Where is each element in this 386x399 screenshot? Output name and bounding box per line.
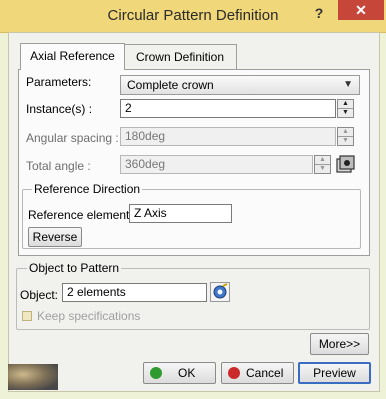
parameters-value: Complete crown bbox=[127, 78, 214, 92]
parameters-label: Parameters: bbox=[26, 75, 92, 89]
ok-label: OK bbox=[178, 366, 196, 380]
cancel-label: Cancel bbox=[246, 366, 284, 380]
total-angle-label: Total angle : bbox=[26, 159, 91, 173]
object-input[interactable]: 2 elements bbox=[62, 283, 207, 302]
instances-input[interactable]: 2 bbox=[120, 99, 336, 118]
angular-spacing-spinner: ▲ ▼ bbox=[337, 127, 354, 146]
ok-icon bbox=[150, 367, 162, 379]
cancel-icon bbox=[228, 367, 240, 379]
spin-down-icon[interactable]: ▼ bbox=[338, 109, 353, 117]
instances-spinner[interactable]: ▲ ▼ bbox=[337, 99, 354, 118]
reference-element-input[interactable]: Z Axis bbox=[129, 204, 232, 223]
parameters-select[interactable]: Complete crown ▼ bbox=[120, 75, 360, 95]
keep-specifications-label: Keep specifications bbox=[37, 309, 141, 323]
reference-direction-title: Reference Direction bbox=[32, 182, 143, 196]
spin-up-icon[interactable]: ▲ bbox=[338, 100, 353, 109]
measure-tool-icon[interactable] bbox=[334, 154, 355, 174]
total-angle-input: 360deg bbox=[120, 155, 313, 174]
angular-spacing-input: 180deg bbox=[120, 127, 336, 146]
chevron-down-icon: ▼ bbox=[343, 79, 353, 90]
close-button[interactable]: ✕ bbox=[338, 0, 384, 20]
help-button[interactable]: ? bbox=[306, 2, 332, 24]
more-button[interactable]: More>> bbox=[310, 333, 369, 355]
multi-selection-icon[interactable] bbox=[210, 282, 230, 302]
tab-axial-reference[interactable]: Axial Reference bbox=[20, 43, 125, 70]
spin-up-icon: ▲ bbox=[315, 156, 330, 165]
spin-down-icon: ▼ bbox=[319, 165, 326, 172]
spin-down-icon: ▼ bbox=[342, 137, 349, 144]
reverse-button[interactable]: Reverse bbox=[28, 227, 82, 247]
object-to-pattern-title: Object to Pattern bbox=[27, 261, 122, 275]
total-angle-spinner: ▲ ▼ bbox=[314, 155, 331, 174]
angular-spacing-label: Angular spacing : bbox=[26, 131, 119, 145]
cancel-button[interactable]: Cancel bbox=[221, 362, 294, 384]
ok-button[interactable]: OK bbox=[143, 362, 216, 384]
object-label: Object: bbox=[20, 288, 59, 302]
instances-label: Instance(s) : bbox=[26, 102, 93, 116]
spin-up-icon: ▲ bbox=[338, 128, 353, 137]
keep-specifications-checkbox[interactable] bbox=[22, 311, 32, 321]
preview-button[interactable]: Preview bbox=[298, 362, 371, 384]
reference-element-label: Reference element: bbox=[28, 208, 133, 222]
title-bar: Circular Pattern Definition ? ✕ bbox=[0, 0, 386, 33]
corner-logo-image bbox=[8, 364, 58, 390]
tab-crown-definition[interactable]: Crown Definition bbox=[123, 44, 237, 69]
